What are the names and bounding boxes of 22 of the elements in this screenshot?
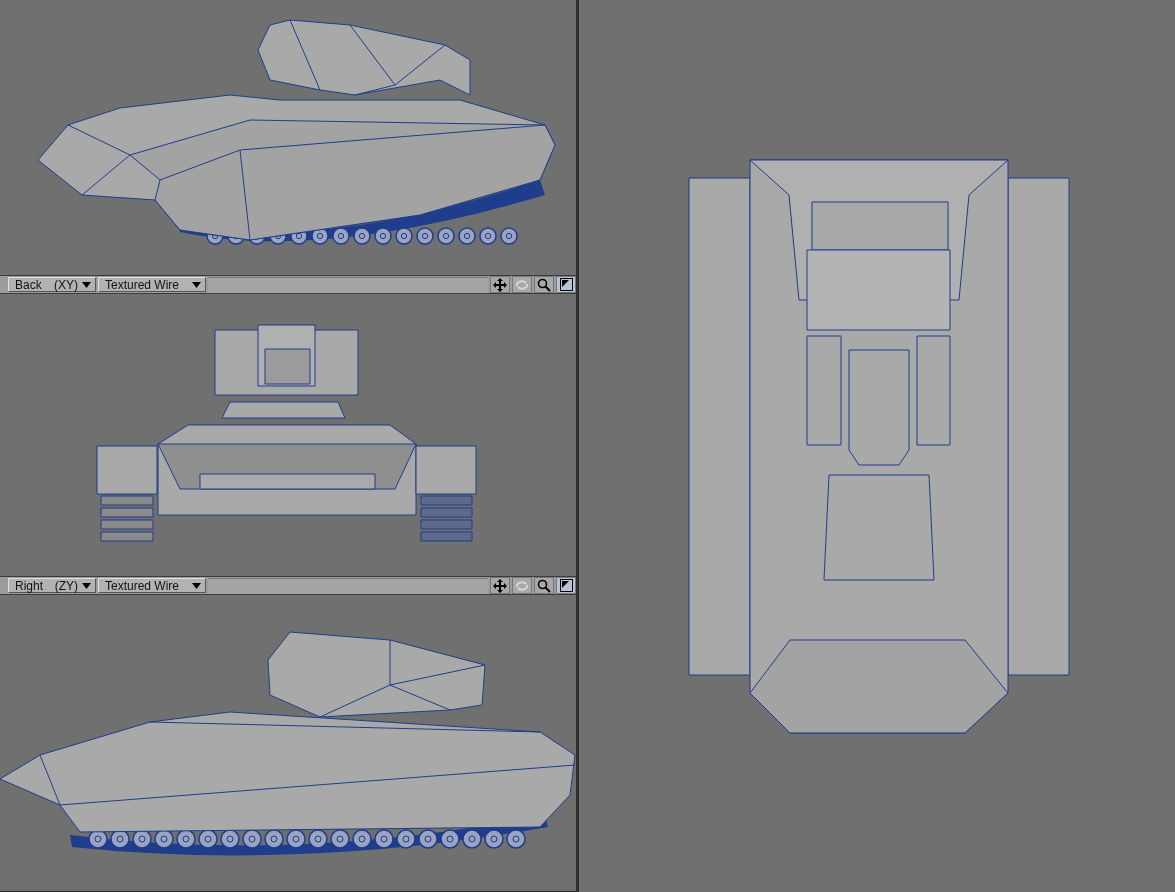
view-dropdown[interactable]: Back (XY) bbox=[8, 277, 96, 292]
view-dropdown[interactable]: Right (ZY) bbox=[8, 578, 96, 593]
move-arrows-icon bbox=[493, 578, 507, 593]
maximize-tool-button[interactable] bbox=[556, 276, 576, 293]
render-mode-dropdown[interactable]: Textured Wire bbox=[98, 277, 206, 292]
maximize-icon bbox=[559, 579, 573, 592]
zoom-tool-button[interactable] bbox=[534, 276, 554, 293]
maximize-tool-button[interactable] bbox=[556, 577, 576, 594]
magnifier-icon bbox=[537, 277, 551, 292]
dropdown-arrow-icon bbox=[192, 281, 201, 288]
dropdown-arrow-icon bbox=[192, 582, 201, 589]
move-tool-button[interactable] bbox=[490, 276, 510, 293]
dropdown-arrow-icon bbox=[82, 582, 91, 589]
zoom-tool-button[interactable] bbox=[534, 577, 554, 594]
dropdown-arrow-icon bbox=[82, 281, 91, 288]
rotate-arrows-icon bbox=[515, 579, 529, 592]
magnifier-icon bbox=[537, 578, 551, 593]
rotate-arrows-icon bbox=[515, 278, 529, 291]
maximize-icon bbox=[559, 278, 573, 291]
move-arrows-icon bbox=[493, 277, 507, 292]
move-tool-button[interactable] bbox=[490, 577, 510, 594]
render-mode-dropdown[interactable]: Textured Wire bbox=[98, 578, 206, 593]
